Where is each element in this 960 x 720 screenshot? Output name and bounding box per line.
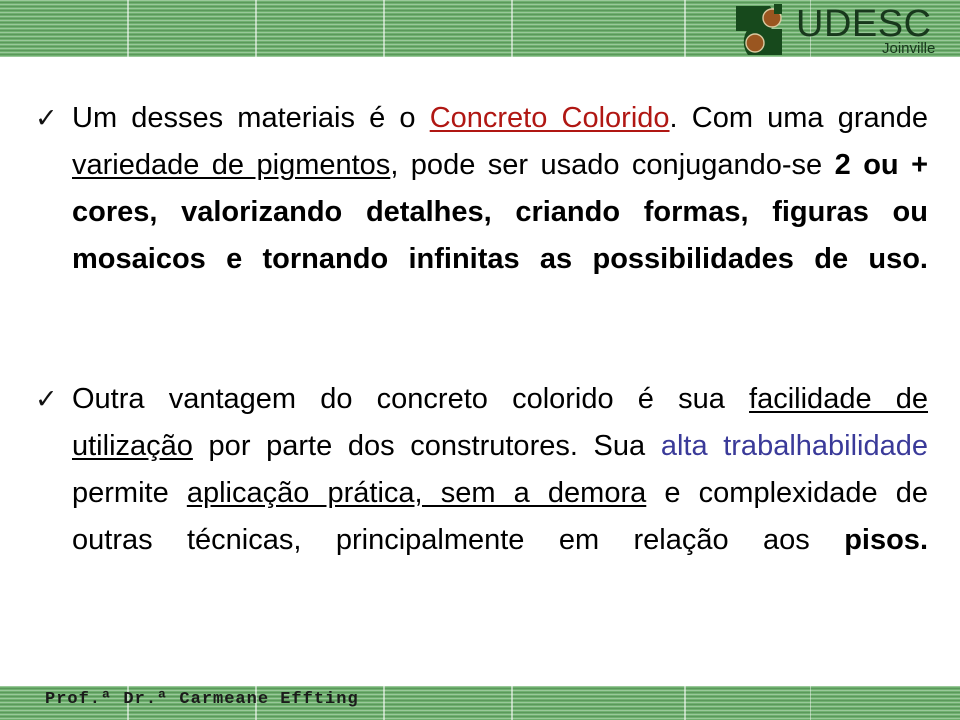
bullet-2-segment-6-aplicacao-pratica: aplicação prática, sem a demora [186, 477, 647, 509]
bullet-paragraph-2: ✓ Outra vantagem do concreto colorido é s… [26, 376, 928, 611]
bullet-1-segment-3: . Com uma grande [669, 102, 929, 134]
bullet-1-segment-5: , pode ser usado conjugando-se [390, 149, 835, 181]
checkmark-icon: ✓ [35, 384, 58, 414]
slide-body: ✓ Um desses materiais é o Concreto Colori… [26, 95, 928, 611]
bullet-2-segment-8-pisos: pisos [844, 524, 920, 556]
bullet-paragraph-1: ✓ Um desses materiais é o Concreto Colori… [26, 95, 928, 330]
checkmark-icon: ✓ [35, 103, 58, 133]
bullet-1-segment-4-variedade-pigmentos: variedade de pigmentos [72, 149, 391, 181]
bullet-2-segment-1: Outra vantagem do concreto colorido é su… [72, 383, 750, 415]
bullet-1-segment-1: Um desses materiais é o [72, 102, 430, 134]
udesc-campus-label: Joinville [882, 40, 935, 56]
footer-author-label: Prof.ª Dr.ª Carmeane Effting [45, 690, 359, 709]
udesc-logo: UDESC Joinville [730, 2, 952, 56]
bullet-2-segment-5: permite [72, 477, 187, 509]
bullet-2-segment-9-period: . [919, 524, 928, 556]
bullet-1-segment-2-concreto-colorido: Concreto Colorido [429, 102, 670, 134]
udesc-wordmark: UDESC [796, 3, 932, 45]
udesc-logo-mark [736, 4, 782, 55]
bullet-2-segment-3: por parte dos construtores. Sua [192, 430, 661, 462]
bullet-2-segment-4-alta-trabalhabilidade: alta trabalhabilidade [660, 430, 928, 462]
